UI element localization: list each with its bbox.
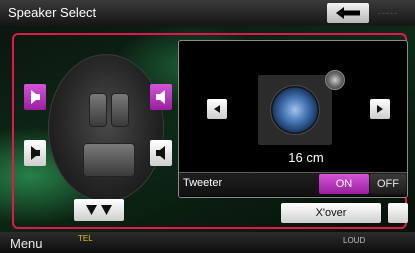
page-title: Speaker Select — [8, 5, 97, 20]
ghost-label: ----- — [378, 8, 398, 18]
woofer-image — [258, 75, 332, 145]
tweeter-icon — [325, 70, 345, 90]
tweeter-label: Tweeter — [183, 177, 223, 189]
triangle-left-icon — [214, 105, 220, 113]
tel-indicator: TEL — [78, 234, 93, 243]
loud-indicator: LOUD — [343, 236, 366, 245]
side-button[interactable] — [388, 203, 408, 223]
tweeter-off-button[interactable]: OFF — [370, 174, 406, 194]
return-arrow-icon — [336, 7, 360, 19]
speaker-size-value: 16 cm — [288, 150, 324, 165]
size-prev-button[interactable] — [207, 99, 227, 119]
xover-button[interactable]: X'over — [281, 203, 381, 223]
size-next-button[interactable] — [370, 99, 390, 119]
speaker-cone-icon — [270, 85, 320, 135]
tweeter-on-button[interactable]: ON — [319, 174, 369, 194]
back-button[interactable] — [327, 3, 369, 23]
triangle-right-icon — [377, 105, 383, 113]
menu-button[interactable]: Menu — [10, 236, 43, 251]
